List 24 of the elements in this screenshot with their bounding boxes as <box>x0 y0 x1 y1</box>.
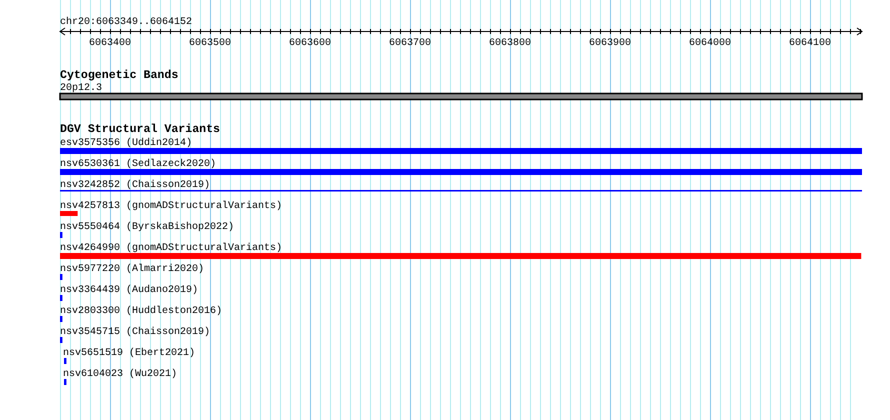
variant-label: nsv5550464 (ByrskaBishop2022) <box>60 222 234 233</box>
variant-label: nsv4264990 (gnomADStructuralVariants) <box>60 243 282 254</box>
variant-label: nsv6530361 (Sedlazeck2020) <box>60 159 216 170</box>
variant-label: nsv6104023 (Wu2021) <box>63 369 178 380</box>
tick-label: 6064100 <box>789 38 831 49</box>
tick-label: 6063400 <box>89 38 131 49</box>
track-title: Cytogenetic Bands <box>60 69 178 82</box>
variant-label: nsv3242852 (Chaisson2019) <box>60 180 210 191</box>
variant-label: nsv5977220 (Almarri2020) <box>60 264 204 275</box>
tick-label: 6063800 <box>489 38 531 49</box>
variant-label: nsv3364439 (Audano2019) <box>60 285 198 296</box>
variant-label: nsv2803300 (Huddleston2016) <box>60 306 222 317</box>
tick-label: 6063500 <box>189 38 231 49</box>
tick-label: 6063700 <box>389 38 431 49</box>
variant-label: nsv5651519 (Ebert2021) <box>63 348 196 359</box>
tick-label: 6063600 <box>289 38 331 49</box>
variant-label: nsv4257813 (gnomADStructuralVariants) <box>60 201 282 212</box>
tick-label: 6063900 <box>589 38 631 49</box>
tick-label: 6064000 <box>689 38 731 49</box>
variant-label: nsv3545715 (Chaisson2019) <box>60 327 210 338</box>
location-label: chr20:6063349..6064152 <box>60 17 192 28</box>
variant-label: esv3575356 (Uddin2014) <box>60 138 192 149</box>
band-label: 20p12.3 <box>60 83 102 94</box>
track-title: DGV Structural Variants <box>60 123 220 136</box>
